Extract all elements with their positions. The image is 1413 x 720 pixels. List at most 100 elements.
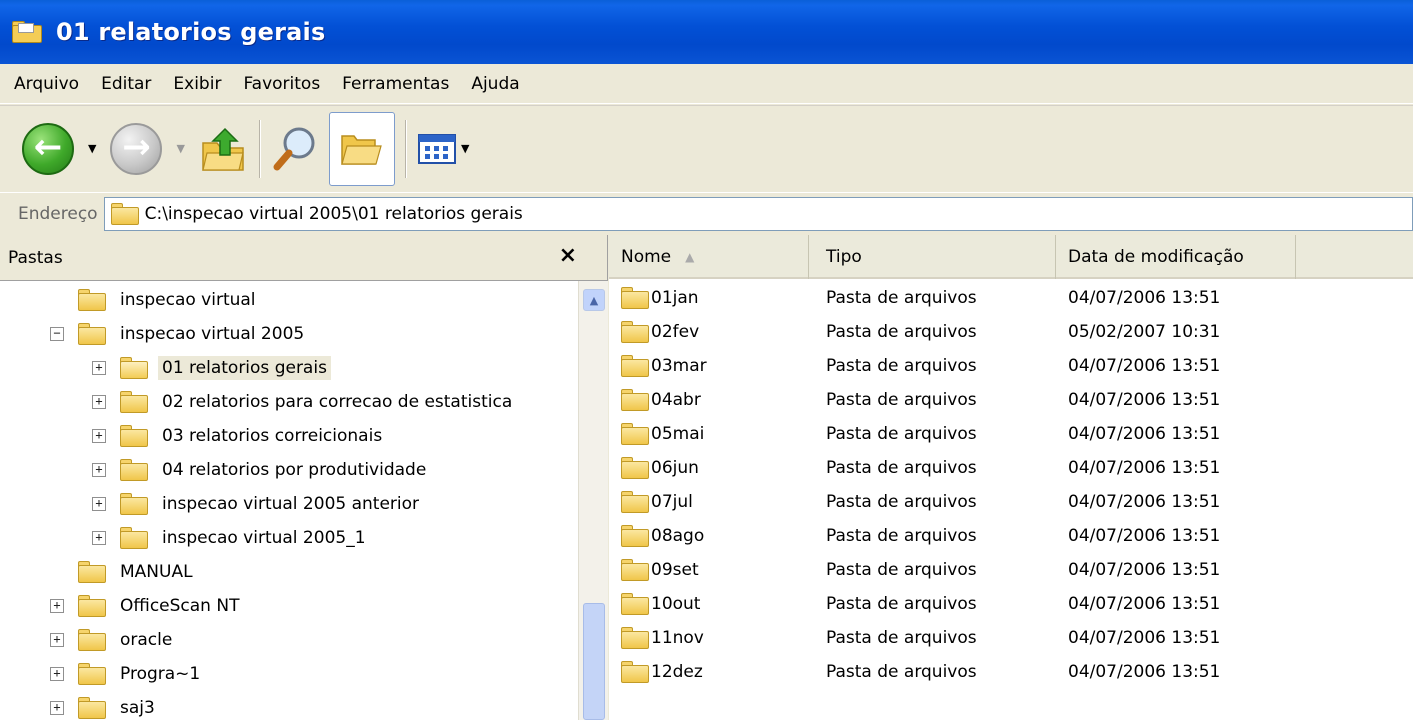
forward-button[interactable]: → <box>110 122 163 175</box>
views-icon <box>417 133 456 164</box>
table-row[interactable]: 12dez Pasta de arquivos 04/07/2006 13:51 <box>609 655 1413 689</box>
tree-item[interactable]: − inspecao virtual 2005 <box>50 317 308 351</box>
search-button[interactable] <box>271 123 321 175</box>
file-type: Pasta de arquivos <box>826 390 977 410</box>
folder-icon <box>120 527 148 549</box>
file-date: 04/07/2006 13:51 <box>1068 560 1221 580</box>
back-arrow-icon: ← <box>22 122 74 175</box>
menu-arquivo[interactable]: Arquivo <box>8 74 90 94</box>
views-dropdown-icon[interactable]: ▼ <box>461 142 469 155</box>
file-date: 04/07/2006 13:51 <box>1068 288 1221 308</box>
table-row[interactable]: 04abr Pasta de arquivos 04/07/2006 13:51 <box>609 383 1413 417</box>
file-date: 04/07/2006 13:51 <box>1068 526 1221 546</box>
tree-item[interactable]: + oracle <box>50 623 176 657</box>
file-type: Pasta de arquivos <box>826 526 977 546</box>
expand-icon[interactable]: + <box>92 531 106 545</box>
tree-item[interactable]: + Progra~1 <box>50 657 204 691</box>
table-row[interactable]: 03mar Pasta de arquivos 04/07/2006 13:51 <box>609 349 1413 383</box>
expand-icon[interactable]: + <box>50 633 64 647</box>
table-row[interactable]: 02fev Pasta de arquivos 05/02/2007 10:31 <box>609 315 1413 349</box>
collapse-icon[interactable]: − <box>50 327 64 341</box>
file-name: 01jan <box>651 288 699 308</box>
file-name-cell[interactable]: 06jun <box>621 457 699 479</box>
tree-item[interactable]: +01 relatorios gerais <box>92 351 331 385</box>
close-icon[interactable]: × <box>559 243 577 268</box>
menu-ferramentas[interactable]: Ferramentas <box>331 74 460 94</box>
file-name-cell[interactable]: 09set <box>621 559 699 581</box>
file-type: Pasta de arquivos <box>826 356 977 376</box>
tree-item-label: 02 relatorios para correcao de estatisti… <box>162 392 513 412</box>
back-dropdown-icon[interactable]: ▼ <box>88 142 96 155</box>
file-name-cell[interactable]: 04abr <box>621 389 701 411</box>
expand-icon[interactable]: + <box>50 599 64 613</box>
table-row[interactable]: 06jun Pasta de arquivos 04/07/2006 13:51 <box>609 451 1413 485</box>
tree-item[interactable]: +02 relatorios para correcao de estatist… <box>92 385 516 419</box>
expand-icon[interactable]: + <box>50 701 64 715</box>
file-type: Pasta de arquivos <box>826 628 977 648</box>
expand-icon[interactable]: + <box>92 463 106 477</box>
forward-dropdown-icon[interactable]: ▼ <box>176 142 184 155</box>
file-name-cell[interactable]: 05mai <box>621 423 704 445</box>
up-folder-button[interactable] <box>199 123 249 175</box>
column-header-name[interactable]: Nome ▲ <box>609 235 809 279</box>
file-type: Pasta de arquivos <box>826 560 977 580</box>
table-row[interactable]: 09set Pasta de arquivos 04/07/2006 13:51 <box>609 553 1413 587</box>
tree-item[interactable]: +04 relatorios por produtividade <box>92 453 430 487</box>
table-row[interactable]: 11nov Pasta de arquivos 04/07/2006 13:51 <box>609 621 1413 655</box>
tree-item-label: inspecao virtual <box>120 290 256 310</box>
expand-icon[interactable]: + <box>92 395 106 409</box>
table-row[interactable]: 07jul Pasta de arquivos 04/07/2006 13:51 <box>609 485 1413 519</box>
menu-exibir[interactable]: Exibir <box>162 74 232 94</box>
menu-bar: Arquivo Editar Exibir Favoritos Ferramen… <box>0 64 1413 104</box>
file-name-cell[interactable]: 01jan <box>621 287 699 309</box>
tree-item[interactable]: inspecao virtual <box>50 283 260 317</box>
expand-icon[interactable]: + <box>92 361 106 375</box>
file-name-cell[interactable]: 10out <box>621 593 700 615</box>
file-name-cell[interactable]: 08ago <box>621 525 704 547</box>
file-type: Pasta de arquivos <box>826 322 977 342</box>
tree-item[interactable]: +03 relatorios correicionais <box>92 419 386 453</box>
table-row[interactable]: 08ago Pasta de arquivos 04/07/2006 13:51 <box>609 519 1413 553</box>
tree-item[interactable]: + inspecao virtual 2005 anterior <box>92 487 423 521</box>
folders-button[interactable] <box>328 111 395 186</box>
title-bar[interactable]: 01 relatorios gerais <box>0 0 1413 64</box>
menu-favoritos[interactable]: Favoritos <box>232 74 331 94</box>
views-button[interactable] <box>417 131 457 167</box>
folder-icon <box>120 493 148 515</box>
tree-item-label: Progra~1 <box>120 664 201 684</box>
table-row[interactable]: 10out Pasta de arquivos 04/07/2006 13:51 <box>609 587 1413 621</box>
folder-icon <box>621 389 649 411</box>
expand-icon[interactable]: + <box>92 429 106 443</box>
expand-icon[interactable]: + <box>92 497 106 511</box>
folders-pane-header: Pastas × <box>0 235 607 281</box>
tree-item[interactable]: + OfficeScan NT <box>50 589 243 623</box>
sort-ascending-icon: ▲ <box>685 250 695 264</box>
file-date: 04/07/2006 13:51 <box>1068 628 1221 648</box>
menu-editar[interactable]: Editar <box>90 74 162 94</box>
tree-item-label: oracle <box>120 630 173 650</box>
table-row[interactable]: 05mai Pasta de arquivos 04/07/2006 13:51 <box>609 417 1413 451</box>
column-header-type[interactable]: Tipo <box>814 235 1056 279</box>
file-name-cell[interactable]: 07jul <box>621 491 693 513</box>
back-button[interactable]: ← <box>22 122 74 175</box>
file-name-cell[interactable]: 03mar <box>621 355 707 377</box>
file-name-cell[interactable]: 11nov <box>621 627 704 649</box>
scroll-up-icon[interactable]: ▲ <box>583 289 605 311</box>
scroll-thumb[interactable] <box>583 603 605 720</box>
column-header-date[interactable]: Data de modificação <box>1056 235 1296 279</box>
address-input[interactable]: C:\inspecao virtual 2005\01 relatorios g… <box>103 196 1413 231</box>
file-name: 08ago <box>651 526 705 546</box>
file-name: 02fev <box>651 322 700 342</box>
tree-item[interactable]: MANUAL <box>50 555 197 589</box>
tree-scrollbar[interactable]: ▲ <box>578 281 608 720</box>
file-name-cell[interactable]: 12dez <box>621 661 703 683</box>
tree-item[interactable]: + saj3 <box>50 691 159 720</box>
tree-item[interactable]: + inspecao virtual 2005_1 <box>92 521 370 555</box>
folder-icon <box>78 289 106 311</box>
folder-icon <box>78 561 106 583</box>
expand-icon[interactable]: + <box>50 667 64 681</box>
table-row[interactable]: 01jan Pasta de arquivos 04/07/2006 13:51 <box>609 281 1413 315</box>
window-title: 01 relatorios gerais <box>56 18 326 46</box>
menu-ajuda[interactable]: Ajuda <box>460 74 530 94</box>
file-name-cell[interactable]: 02fev <box>621 321 699 343</box>
